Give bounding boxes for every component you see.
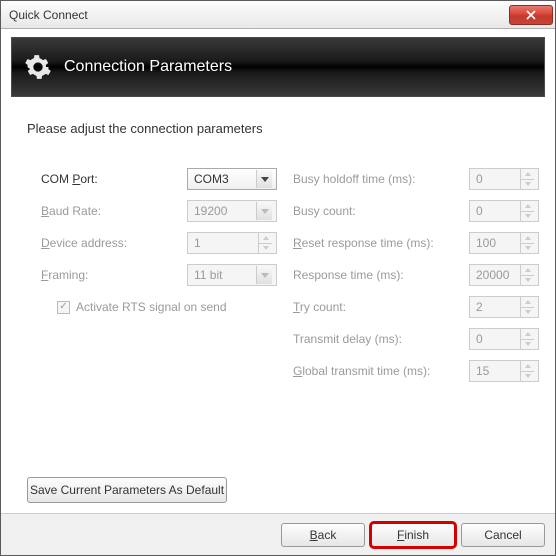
label-transmit-delay: Transmit delay (ms): bbox=[293, 332, 453, 346]
chevron-down-icon bbox=[256, 202, 272, 220]
close-button[interactable] bbox=[509, 5, 553, 25]
check-icon: ✓ bbox=[57, 301, 70, 314]
label-activate-rts: Activate RTS signal on send bbox=[76, 300, 227, 314]
spinner-device-address: 1 bbox=[187, 232, 277, 254]
label-busy-count: Busy count: bbox=[293, 204, 453, 218]
label-global-transmit: Global transmit time (ms): bbox=[293, 364, 453, 378]
content-area: Please adjust the connection parameters … bbox=[1, 97, 555, 513]
window-title: Quick Connect bbox=[9, 8, 509, 22]
banner-title: Connection Parameters bbox=[64, 58, 232, 76]
spinner-try-count: 2 bbox=[469, 296, 539, 318]
label-response-time: Response time (ms): bbox=[293, 268, 453, 282]
combo-baud-rate: 19200 bbox=[187, 200, 277, 222]
label-try-count: Try count: bbox=[293, 300, 453, 314]
dialog-window: Quick Connect Connection Parameters Plea… bbox=[0, 0, 556, 556]
gear-icon bbox=[24, 53, 52, 81]
checkbox-activate-rts: ✓ Activate RTS signal on send bbox=[57, 300, 277, 314]
spinner-busy-holdoff: 0 bbox=[469, 168, 539, 190]
label-com-port: COM Port: bbox=[41, 172, 171, 186]
instruction-text: Please adjust the connection parameters bbox=[27, 121, 529, 136]
combo-framing: 11 bit bbox=[187, 264, 277, 286]
spinner-global-transmit: 15 bbox=[469, 360, 539, 382]
parameter-grid: COM Port: COM3 Busy holdoff time (ms): 0… bbox=[41, 168, 529, 382]
combo-com-port[interactable]: COM3 bbox=[187, 168, 277, 190]
label-framing: Framing: bbox=[41, 268, 171, 282]
spinner-transmit-delay: 0 bbox=[469, 328, 539, 350]
label-device-address: Device address: bbox=[41, 236, 171, 250]
titlebar: Quick Connect bbox=[1, 1, 555, 29]
spinner-reset-response: 100 bbox=[469, 232, 539, 254]
cancel-button[interactable]: Cancel bbox=[461, 523, 545, 547]
spinner-response-time: 20000 bbox=[469, 264, 539, 286]
close-icon bbox=[526, 10, 536, 20]
label-baud-rate: Baud Rate: bbox=[41, 204, 171, 218]
label-reset-response: Reset response time (ms): bbox=[293, 236, 453, 250]
save-default-button[interactable]: Save Current Parameters As Default bbox=[27, 477, 227, 503]
label-busy-holdoff: Busy holdoff time (ms): bbox=[293, 172, 453, 186]
back-button[interactable]: Back bbox=[281, 523, 365, 547]
banner: Connection Parameters bbox=[11, 37, 545, 97]
chevron-down-icon bbox=[256, 170, 272, 188]
footer: Back Finish Cancel bbox=[1, 513, 555, 555]
chevron-down-icon bbox=[256, 266, 272, 284]
spinner-busy-count: 0 bbox=[469, 200, 539, 222]
finish-button[interactable]: Finish bbox=[371, 523, 455, 547]
